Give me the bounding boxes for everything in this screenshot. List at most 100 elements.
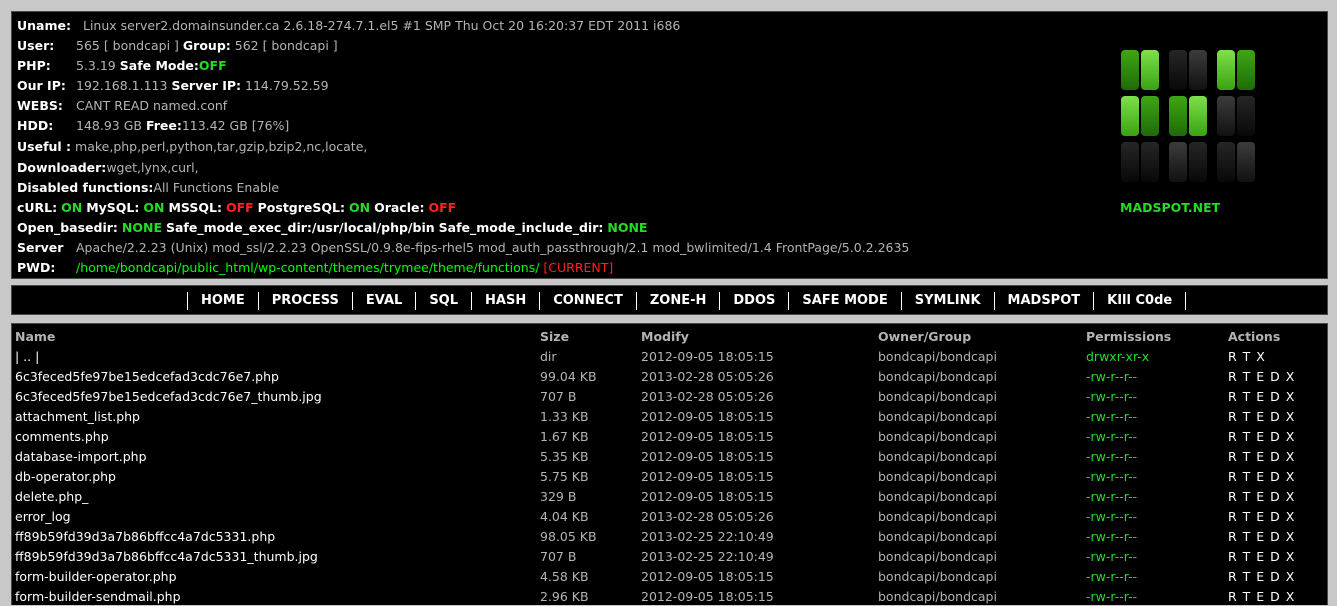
file-size: 707 B	[540, 548, 577, 564]
file-name-link[interactable]: delete.php_	[15, 486, 540, 506]
file-actions-links[interactable]: R T E D X	[1228, 426, 1325, 446]
downloader-row: Downloader:wget,lynx,curl,	[17, 158, 199, 178]
file-name-link[interactable]: 6c3feced5fe97be15edcefad3cdc76e7.php	[15, 366, 540, 386]
useful-row: Useful : make,php,perl,python,tar,gzip,b…	[17, 137, 367, 157]
file-actions-links[interactable]: R T E D X	[1228, 546, 1325, 566]
file-actions-links[interactable]: R T E D X	[1228, 586, 1325, 606]
file-size: 99.04 KB	[540, 368, 597, 384]
logo-cube	[1217, 96, 1255, 136]
file-permissions-link[interactable]: -rw-r--r--	[1086, 466, 1228, 486]
file-permissions-link[interactable]: -rw-r--r--	[1086, 446, 1228, 466]
table-row: error_log 4.04 KB 2013-02-28 05:05:26 bondc…	[15, 506, 1325, 526]
file-actions-links[interactable]: R T E D X	[1228, 366, 1325, 386]
file-permissions-link[interactable]: -rw-r--r--	[1086, 386, 1228, 406]
file-permissions-link[interactable]: drwxr-xr-x	[1086, 346, 1228, 366]
file-owner-group: bondcapi/bondcapi	[878, 348, 997, 364]
file-size: 4.04 KB	[540, 508, 589, 524]
file-name-link[interactable]: | .. |	[15, 346, 540, 366]
file-actions-links[interactable]: R T E D X	[1228, 526, 1325, 546]
file-modify-date: 2012-09-05 18:05:15	[641, 588, 774, 604]
table-row: db-operator.php 5.75 KB 2012-09-05 18:05:1…	[15, 466, 1325, 486]
pgsql-status: ON	[348, 200, 371, 215]
file-permissions-link[interactable]: -rw-r--r--	[1086, 526, 1228, 546]
file-name-link[interactable]: form-builder-operator.php	[15, 566, 540, 586]
file-name-link[interactable]: db-operator.php	[15, 466, 540, 486]
file-name-link[interactable]: 6c3feced5fe97be15edcefad3cdc76e7_thumb.j…	[15, 386, 540, 406]
file-modify-date: 2012-09-05 18:05:15	[641, 408, 774, 424]
col-owner-header[interactable]: Owner/Group	[878, 326, 1086, 346]
file-name-link[interactable]: database-import.php	[15, 446, 540, 466]
menu-symlink[interactable]: SYMLINK	[902, 292, 995, 310]
file-name-link[interactable]: ff89b59fd39d3a7b86bffcc4a7dc5331_thumb.j…	[15, 546, 540, 566]
file-actions-links[interactable]: R T E D X	[1228, 446, 1325, 466]
safe-mode-label: Safe Mode:	[119, 58, 199, 73]
file-permissions-link[interactable]: -rw-r--r--	[1086, 366, 1228, 386]
mysql-status: ON	[143, 200, 165, 215]
file-permissions-link[interactable]: -rw-r--r--	[1086, 506, 1228, 526]
pgsql-label: PostgreSQL:	[257, 200, 345, 215]
exec-dir-label: Safe_mode_exec_dir:/usr/local/php/bin	[165, 220, 435, 235]
file-owner-group: bondcapi/bondcapi	[878, 408, 997, 424]
logo-cube	[1169, 96, 1207, 136]
col-name-header[interactable]: Name	[15, 326, 540, 346]
php-label: PHP:	[17, 58, 51, 73]
col-size-header[interactable]: Size	[540, 326, 641, 346]
menu-home[interactable]: HOME	[187, 292, 259, 310]
hdd-row: HDD: 148.93 GB Free:113.42 GB [76%]	[17, 116, 289, 136]
file-actions-links[interactable]: R T X	[1228, 346, 1325, 366]
server-ip-value: 114.79.52.59	[245, 78, 329, 93]
file-modify-date: 2013-02-28 05:05:26	[641, 368, 774, 384]
file-name-link[interactable]: comments.php	[15, 426, 540, 446]
file-modify-date: 2013-02-28 05:05:26	[641, 388, 774, 404]
file-actions-links[interactable]: R T E D X	[1228, 386, 1325, 406]
menu-connect[interactable]: CONNECT	[540, 292, 637, 310]
file-name-link[interactable]: ff89b59fd39d3a7b86bffcc4a7dc5331.php	[15, 526, 540, 546]
menu-eval[interactable]: EVAL	[353, 292, 417, 310]
file-actions-links[interactable]: R T E D X	[1228, 406, 1325, 426]
file-owner-group: bondcapi/bondcapi	[878, 488, 997, 504]
menu-zone-h[interactable]: ZONE-H	[637, 292, 721, 310]
file-actions-links[interactable]: R T E D X	[1228, 466, 1325, 486]
server-ip-label: Server IP:	[171, 78, 242, 93]
file-owner-group: bondcapi/bondcapi	[878, 468, 997, 484]
menu-process[interactable]: PROCESS	[259, 292, 353, 310]
file-permissions-link[interactable]: -rw-r--r--	[1086, 406, 1228, 426]
file-permissions-link[interactable]: -rw-r--r--	[1086, 426, 1228, 446]
file-size: 4.58 KB	[540, 568, 589, 584]
ip-row: Our IP: 192.168.1.113 Server IP: 114.79.…	[17, 76, 329, 96]
pwd-path-link[interactable]: /home/bondcapi/public_html/wp-content/th…	[76, 260, 539, 275]
hdd-label: HDD:	[17, 118, 54, 133]
table-row: form-builder-operator.php 4.58 KB 2012-09-…	[15, 566, 1325, 586]
server-software-row: Server Apache/2.2.23 (Unix) mod_ssl/2.2.…	[17, 238, 909, 258]
file-permissions-link[interactable]: -rw-r--r--	[1086, 586, 1228, 606]
logo-cube	[1169, 50, 1207, 90]
file-actions-links[interactable]: R T E D X	[1228, 566, 1325, 586]
pwd-row: PWD: /home/bondcapi/public_html/wp-conte…	[17, 258, 613, 278]
madspot-logo-text[interactable]: MADSPOT.NET	[1120, 200, 1220, 215]
php-version: 5.3.19	[76, 58, 116, 73]
file-actions-links[interactable]: R T E D X	[1228, 486, 1325, 506]
menu-safe-mode[interactable]: SAFE MODE	[789, 292, 902, 310]
include-dir-label: Safe_mode_include_dir:	[438, 220, 604, 235]
menu-kill-code[interactable]: KIll C0de	[1094, 292, 1187, 310]
file-size: 5.35 KB	[540, 448, 589, 464]
mssql-status: OFF	[225, 200, 254, 215]
file-name-link[interactable]: error_log	[15, 506, 540, 526]
menu-hash[interactable]: HASH	[472, 292, 541, 310]
file-permissions-link[interactable]: -rw-r--r--	[1086, 566, 1228, 586]
main-menu: HOME PROCESS EVAL SQL HASH CONNECT ZONE-…	[187, 286, 1187, 316]
file-actions-links[interactable]: R T E D X	[1228, 506, 1325, 526]
col-modify-header[interactable]: Modify	[641, 326, 878, 346]
file-name-link[interactable]: form-builder-sendmail.php	[15, 586, 540, 606]
menu-ddos[interactable]: DDOS	[720, 292, 790, 310]
file-size: dir	[540, 348, 557, 364]
file-permissions-link[interactable]: -rw-r--r--	[1086, 486, 1228, 506]
file-modify-date: 2012-09-05 18:05:15	[641, 468, 774, 484]
col-permissions-header[interactable]: Permissions	[1086, 326, 1228, 346]
include-dir-value: NONE	[607, 220, 648, 235]
menu-madspot[interactable]: MADSPOT	[995, 292, 1095, 310]
file-size: 98.05 KB	[540, 528, 597, 544]
file-permissions-link[interactable]: -rw-r--r--	[1086, 546, 1228, 566]
menu-sql[interactable]: SQL	[416, 292, 473, 310]
file-name-link[interactable]: attachment_list.php	[15, 406, 540, 426]
